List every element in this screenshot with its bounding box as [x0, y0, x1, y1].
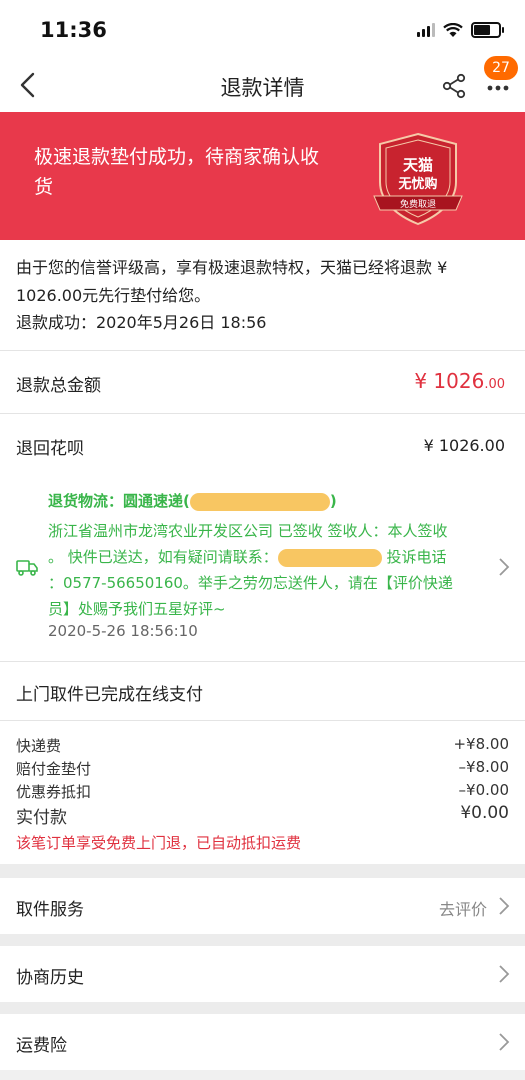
logistics-time: 2020-5-26 18:56:10 — [48, 622, 198, 640]
status-icons — [417, 22, 504, 38]
section-gap — [0, 864, 525, 878]
info-line-2: 1026.00元先行垫付给您。 — [16, 286, 211, 305]
chevron-right-icon — [499, 965, 510, 983]
negotiation-history-label: 协商历史 — [16, 968, 84, 988]
seal-ribbon: 免费取退 — [400, 198, 436, 210]
share-icon[interactable] — [440, 72, 468, 100]
battery-icon — [471, 22, 504, 38]
tmall-worry-free-seal-icon: 天猫 无忧购 免费取退 — [373, 132, 463, 226]
message-badge: 27 — [484, 56, 518, 80]
seal-line2: 无忧购 — [397, 176, 437, 192]
fee-label: 快递费 — [16, 737, 62, 755]
fee-value: –¥0.00 — [458, 781, 509, 799]
fee-label: 赔付金垫付 — [16, 760, 92, 778]
status-bar: 11:36 — [0, 0, 525, 60]
chevron-right-icon — [499, 558, 510, 576]
rate-courier-link[interactable]: 去评价 — [439, 896, 487, 920]
section-gap — [0, 934, 525, 946]
refund-to-label: 退回花呗 — [16, 439, 84, 459]
pickup-service-row[interactable]: 取件服务 去评价 — [0, 878, 525, 934]
shipping-insurance-label: 运费险 — [16, 1036, 67, 1056]
info-line-3: 退款成功：2020年5月26日 18:56 — [16, 313, 267, 332]
shipping-insurance-row[interactable]: 运费险 — [0, 1014, 525, 1070]
refund-info-section: 由于您的信誉评级高，享有极速退款特权，天猫已经将退款 ¥ 1026.00元先行垫… — [0, 240, 525, 350]
pickup-payment-row: 上门取件已完成在线支付 — [0, 662, 525, 720]
fee-value: +¥8.00 — [453, 735, 509, 753]
refund-total-label: 退款总金额 — [16, 376, 101, 396]
chevron-right-icon — [499, 897, 510, 915]
wifi-icon — [443, 22, 463, 37]
fee-label: 优惠券抵扣 — [16, 783, 92, 801]
negotiation-history-row[interactable]: 协商历史 — [0, 946, 525, 1002]
pickup-title: 上门取件已完成在线支付 — [16, 685, 203, 705]
info-line-1: 由于您的信誉评级高，享有极速退款特权，天猫已经将退款 ¥ — [16, 258, 448, 277]
redacted-phone — [277, 548, 382, 567]
seal-line1: 天猫 — [403, 156, 433, 174]
refund-total-value: ¥ 1026.00 — [414, 369, 505, 393]
nav-bar: 退款详情 27 — [0, 56, 525, 112]
fee-value: –¥8.00 — [458, 758, 509, 776]
free-pickup-note: 该笔订单享受免费上门退，已自动抵扣运费 — [16, 834, 302, 852]
truck-icon — [16, 560, 38, 576]
status-time: 11:36 — [40, 18, 107, 42]
refund-total-row: 退款总金额 ¥ 1026.00 — [0, 351, 525, 413]
banner-status-text: 极速退款垫付成功，待商家确认收货 — [34, 146, 320, 198]
section-gap — [0, 1002, 525, 1014]
logistics-title: 退货物流：圆通速递() — [48, 492, 337, 511]
refund-to-value: ¥ 1026.00 — [423, 436, 505, 455]
actual-paid-label: 实付款 — [16, 808, 67, 828]
logistics-detail: 浙江省温州市龙湾农业开发区公司 已签收 签收人：本人签收 。 快件已送达，如有疑… — [48, 522, 453, 618]
signal-icon — [417, 23, 435, 37]
chevron-right-icon — [499, 1033, 510, 1051]
pickup-service-label: 取件服务 — [16, 900, 84, 920]
actual-paid-value: ¥0.00 — [460, 803, 509, 823]
redacted-tracking-number — [189, 492, 330, 511]
refund-status-banner: 极速退款垫付成功，待商家确认收货 天猫 无忧购 免费取退 — [0, 112, 525, 240]
